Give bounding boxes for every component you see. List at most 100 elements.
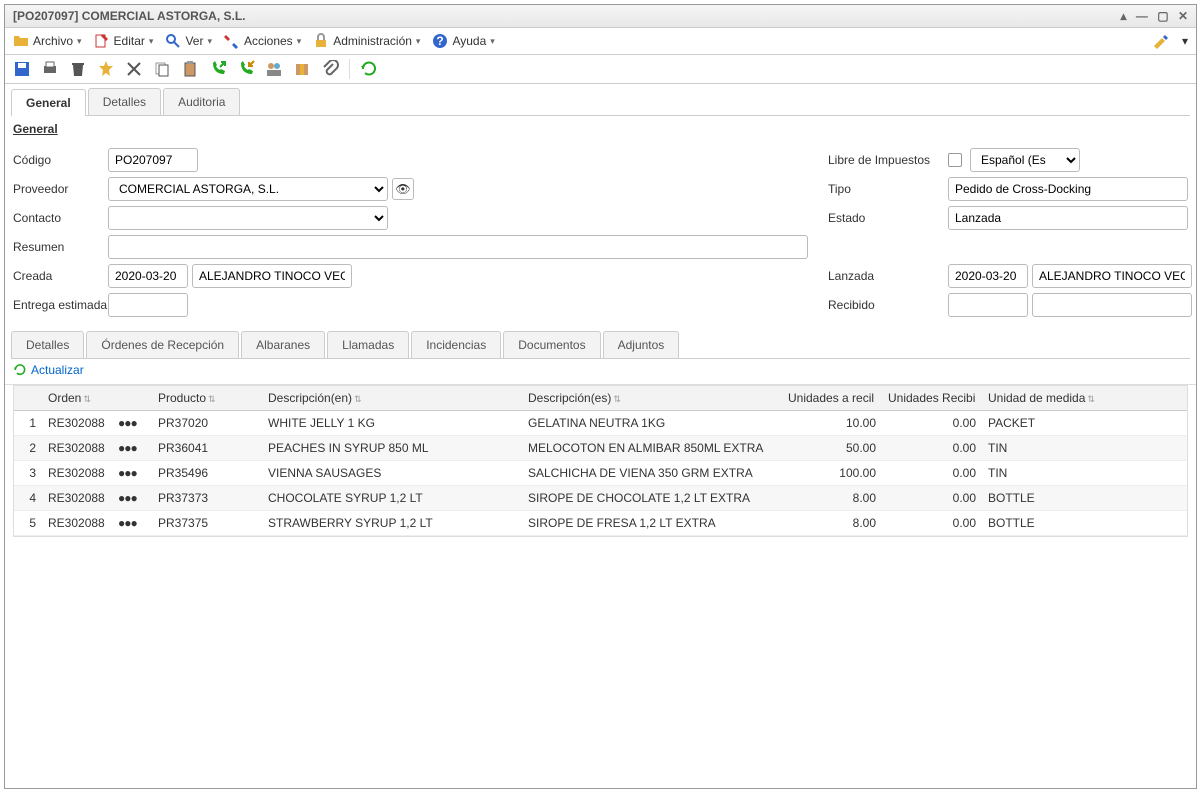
refresh-button[interactable]: Actualizar [13, 363, 84, 377]
col-idx[interactable] [14, 386, 42, 411]
cell-producto: PR35496 [152, 461, 262, 486]
subtab-albaranes[interactable]: Albaranes [241, 331, 325, 358]
paste-icon[interactable] [181, 60, 199, 78]
grid: Orden⇅ Producto⇅ Descripción(en)⇅ Descri… [13, 385, 1188, 537]
col-desc-en[interactable]: Descripción(en)⇅ [262, 386, 522, 411]
recibido-fecha-field[interactable] [948, 293, 1028, 317]
star-icon[interactable] [97, 60, 115, 78]
creada-fecha-field[interactable] [108, 264, 188, 288]
lanzada-por-field[interactable] [1032, 264, 1192, 288]
cell-orden: RE302088 [42, 486, 112, 511]
table-row[interactable]: 5RE302088●●●PR37375STRAWBERRY SYRUP 1,2 … [14, 511, 1187, 536]
estado-field[interactable] [948, 206, 1188, 230]
codigo-field[interactable] [108, 148, 198, 172]
cell-unid-recibidas: 0.00 [882, 511, 982, 536]
cell-dots[interactable]: ●●● [112, 436, 152, 461]
menu-administracion[interactable]: Administración▾ [313, 33, 420, 49]
cell-desc-es: MELOCOTON EN ALMIBAR 850ML EXTRA [522, 436, 782, 461]
subtab-adjuntos[interactable]: Adjuntos [603, 331, 680, 358]
col-unid-medida[interactable]: Unidad de medida⇅ [982, 386, 1187, 411]
cut-icon[interactable] [125, 60, 143, 78]
menu-label: Ayuda [452, 34, 486, 48]
users-icon[interactable] [265, 60, 283, 78]
menu-acciones[interactable]: Acciones▾ [224, 33, 301, 49]
libre-impuestos-checkbox[interactable] [948, 153, 962, 167]
label-creada: Creada [13, 269, 108, 283]
label-estado: Estado [828, 211, 948, 225]
recibido-por-field[interactable] [1032, 293, 1192, 317]
title-bar: [PO207097] COMERCIAL ASTORGA, S.L. ▴ — ▢… [5, 5, 1196, 28]
cell-unid-recibir: 100.00 [782, 461, 882, 486]
view-provider-icon[interactable]: 👁 [392, 178, 414, 200]
cell-dots[interactable]: ●●● [112, 486, 152, 511]
maximize-icon[interactable]: ▢ [1157, 9, 1168, 23]
subtab-llamadas[interactable]: Llamadas [327, 331, 409, 358]
menu-editar[interactable]: Editar▾ [94, 33, 154, 49]
trash-icon[interactable] [69, 60, 87, 78]
col-producto[interactable]: Producto⇅ [152, 386, 262, 411]
print-icon[interactable] [41, 60, 59, 78]
highlighter-icon[interactable] [1152, 32, 1170, 50]
cell-unid-medida: BOTTLE [982, 486, 1187, 511]
cell-dots[interactable]: ●●● [112, 411, 152, 436]
cell-unid-medida: BOTTLE [982, 511, 1187, 536]
col-desc-es[interactable]: Descripción(es)⇅ [522, 386, 782, 411]
label-contacto: Contacto [13, 211, 108, 225]
save-icon[interactable] [13, 60, 31, 78]
attach-icon[interactable] [321, 60, 339, 78]
table-row[interactable]: 1RE302088●●●PR37020WHITE JELLY 1 KGGELAT… [14, 411, 1187, 436]
tab-detalles[interactable]: Detalles [88, 88, 161, 115]
phone-in-icon[interactable] [237, 60, 255, 78]
package-icon[interactable] [293, 60, 311, 78]
menubar: Archivo▾ Editar▾ Ver▾ Acciones▾ Administ… [5, 28, 1196, 55]
tab-auditoria[interactable]: Auditoria [163, 88, 240, 115]
lanzada-fecha-field[interactable] [948, 264, 1028, 288]
col-unid-recibidas[interactable]: Unidades Recibi [882, 386, 982, 411]
copy-icon[interactable] [153, 60, 171, 78]
refresh-bar: Actualizar [5, 359, 1196, 385]
contacto-select[interactable] [108, 206, 388, 230]
subtab-detalles[interactable]: Detalles [11, 331, 84, 358]
cell-producto: PR37375 [152, 511, 262, 536]
cell-dots[interactable]: ●●● [112, 511, 152, 536]
tipo-field[interactable] [948, 177, 1188, 201]
col-blank[interactable] [112, 386, 152, 411]
help-icon: ? [432, 33, 448, 49]
phone-out-icon[interactable] [209, 60, 227, 78]
form-left: Código Proveedor COMERCIAL ASTORGA, S.L.… [13, 144, 808, 321]
menu-label: Administración [333, 34, 412, 48]
minimize-icon[interactable]: — [1136, 9, 1148, 23]
cell-producto: PR37373 [152, 486, 262, 511]
cell-orden: RE302088 [42, 436, 112, 461]
cell-desc-es: GELATINA NEUTRA 1KG [522, 411, 782, 436]
main-tabs: General Detalles Auditoria [11, 88, 1190, 116]
resumen-field[interactable] [108, 235, 808, 259]
cell-unid-medida: TIN [982, 436, 1187, 461]
subtab-documentos[interactable]: Documentos [503, 331, 600, 358]
label-proveedor: Proveedor [13, 182, 108, 196]
tab-general[interactable]: General [11, 89, 86, 116]
col-unid-recibir[interactable]: Unidades a recil [782, 386, 882, 411]
subtab-ordenes[interactable]: Órdenes de Recepción [86, 331, 239, 358]
col-orden[interactable]: Orden⇅ [42, 386, 112, 411]
cell-desc-es: SALCHICHA DE VIENA 350 GRM EXTRA [522, 461, 782, 486]
entrega-field[interactable] [108, 293, 188, 317]
menu-label: Acciones [244, 34, 293, 48]
close-icon[interactable]: ✕ [1178, 9, 1188, 23]
menu-ver[interactable]: Ver▾ [165, 33, 212, 49]
menu-ayuda[interactable]: ? Ayuda▾ [432, 33, 494, 49]
table-row[interactable]: 3RE302088●●●PR35496VIENNA SAUSAGESSALCHI… [14, 461, 1187, 486]
dropdown-caret[interactable]: ▾ [1182, 34, 1188, 48]
table-row[interactable]: 4RE302088●●●PR37373CHOCOLATE SYRUP 1,2 L… [14, 486, 1187, 511]
menu-archivo[interactable]: Archivo▾ [13, 33, 82, 49]
subtab-incidencias[interactable]: Incidencias [411, 331, 501, 358]
cell-dots[interactable]: ●●● [112, 461, 152, 486]
collapse-icon[interactable]: ▴ [1121, 9, 1127, 23]
proveedor-select[interactable]: COMERCIAL ASTORGA, S.L. [108, 177, 388, 201]
refresh-icon[interactable] [360, 60, 378, 78]
table-row[interactable]: 2RE302088●●●PR36041PEACHES IN SYRUP 850 … [14, 436, 1187, 461]
creada-por-field[interactable] [192, 264, 352, 288]
edit-icon [94, 33, 110, 49]
label-codigo: Código [13, 153, 108, 167]
idioma-select[interactable]: Español (Es [970, 148, 1080, 172]
